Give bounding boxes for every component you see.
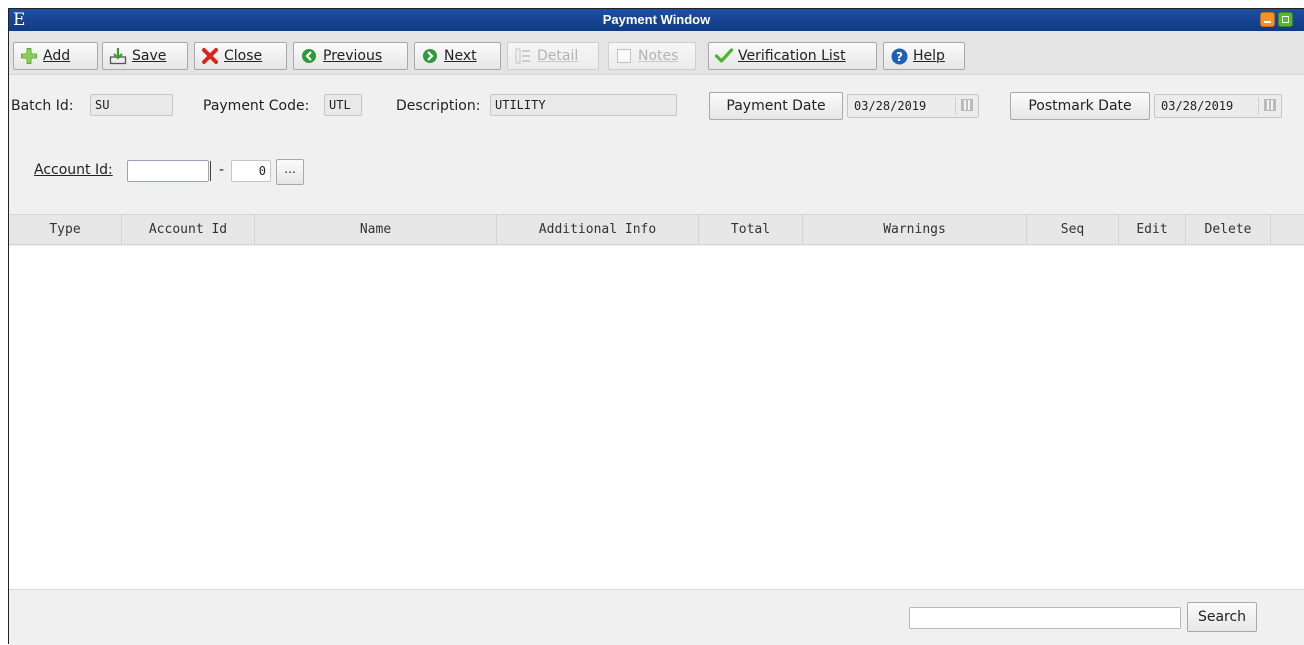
save-button[interactable]: Save [102, 42, 188, 70]
notes-label: Notes [638, 48, 679, 64]
verification-list-button[interactable]: Verification List [708, 42, 877, 70]
search-button[interactable]: Search [1187, 602, 1257, 632]
postmark-date-value: 03/28/2019 [1161, 99, 1234, 113]
column-warnings[interactable]: Warnings [803, 215, 1027, 245]
description-field[interactable]: UTILITY [490, 94, 677, 116]
close-label: Close [224, 48, 263, 64]
column-seq[interactable]: Seq [1027, 215, 1119, 245]
account-id-input[interactable] [127, 160, 209, 182]
batch-id-field[interactable]: SU [90, 94, 173, 116]
help-icon: ? [890, 47, 908, 65]
minimize-button[interactable] [1260, 12, 1275, 27]
payment-date-button[interactable]: Payment Date [709, 92, 843, 120]
payment-window: E Payment Window Add Save Close Previous… [8, 8, 1304, 645]
title-bar: E Payment Window [9, 9, 1304, 31]
window-title: Payment Window [602, 12, 711, 27]
column-additional-info[interactable]: Additional Info [497, 215, 699, 245]
verification-list-label: Verification List [738, 48, 846, 64]
maximize-button[interactable] [1278, 12, 1293, 27]
account-id-label: Account Id: [34, 162, 113, 178]
previous-label: Previous [323, 48, 383, 64]
text-cursor [208, 161, 211, 181]
description-label: Description: [396, 98, 481, 114]
payment-date-field[interactable]: 03/28/2019 [847, 94, 979, 118]
batch-id-label: Batch Id: [11, 98, 74, 114]
postmark-date-field[interactable]: 03/28/2019 [1154, 94, 1282, 118]
close-button[interactable]: Close [194, 42, 287, 70]
next-button[interactable]: Next [414, 42, 501, 70]
search-input[interactable] [909, 607, 1181, 629]
close-x-icon [201, 47, 219, 65]
previous-button[interactable]: Previous [293, 42, 408, 70]
date-separator [955, 97, 956, 115]
calendar-icon[interactable] [961, 99, 973, 111]
help-label: Help [913, 48, 945, 64]
column-name[interactable]: Name [255, 215, 497, 245]
add-button[interactable]: Add [13, 42, 98, 70]
payment-code-label: Payment Code: [203, 98, 310, 114]
payment-code-field[interactable]: UTL [324, 94, 362, 116]
next-label: Next [444, 48, 477, 64]
calendar-icon[interactable] [1264, 99, 1276, 111]
svg-text:?: ? [896, 50, 903, 64]
postmark-date-button[interactable]: Postmark Date [1010, 92, 1150, 120]
notes-icon [615, 47, 633, 65]
checkmark-icon [715, 47, 733, 65]
payment-date-value: 03/28/2019 [854, 99, 927, 113]
arrow-left-circle-icon [300, 47, 318, 65]
column-account-id[interactable]: Account Id [122, 215, 255, 245]
grid-header: Type Account Id Name Additional Info Tot… [9, 214, 1304, 245]
save-download-icon [109, 47, 127, 65]
date-separator [1258, 97, 1259, 115]
add-label: Add [43, 48, 71, 64]
account-suffix-input[interactable]: 0 [231, 160, 271, 182]
column-edit[interactable]: Edit [1119, 215, 1186, 245]
plus-icon [20, 47, 38, 65]
account-lookup-button[interactable]: ... [276, 159, 304, 185]
help-button[interactable]: ? Help [883, 42, 965, 70]
column-type[interactable]: Type [9, 215, 122, 245]
arrow-right-circle-icon [421, 47, 439, 65]
column-total[interactable]: Total [699, 215, 803, 245]
account-separator: - [219, 162, 225, 178]
footer: Search [9, 589, 1304, 645]
grid-body[interactable] [9, 246, 1304, 589]
notes-button[interactable]: Notes [608, 42, 696, 70]
save-label: Save [132, 48, 167, 64]
column-delete[interactable]: Delete [1186, 215, 1271, 245]
list-icon [514, 47, 532, 65]
toolbar: Add Save Close Previous Next Detail Note… [9, 31, 1304, 75]
detail-button[interactable]: Detail [507, 42, 599, 70]
detail-label: Detail [537, 48, 579, 64]
